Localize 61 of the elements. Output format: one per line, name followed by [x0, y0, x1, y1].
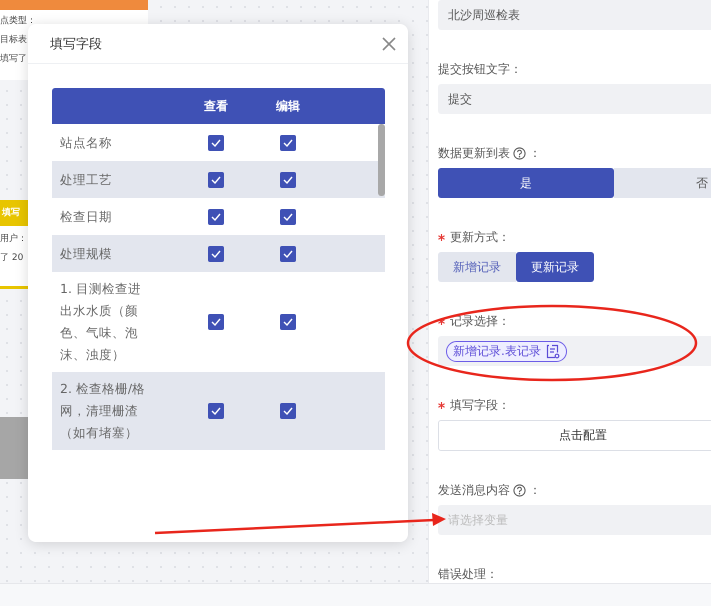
field-label: 错误处理：	[438, 566, 498, 582]
edit-checkbox[interactable]	[280, 314, 296, 330]
form-icon	[546, 344, 560, 358]
variable-tag[interactable]: 新增记录.表记录	[446, 340, 567, 362]
check-icon	[283, 212, 293, 220]
node-text: 了 20	[0, 252, 24, 265]
help-icon[interactable]	[513, 146, 526, 160]
node-card	[0, 417, 28, 479]
check-icon	[283, 250, 293, 258]
check-icon	[211, 138, 221, 146]
segment-option[interactable]: 否	[614, 168, 711, 198]
field-name: 站点名称	[60, 134, 113, 152]
view-checkbox[interactable]	[208, 208, 224, 224]
view-checkbox[interactable]	[208, 134, 224, 150]
check-icon	[283, 176, 293, 184]
field-name: 处理工艺	[60, 170, 113, 188]
field-label: 更新方式：	[450, 228, 510, 246]
edit-checkbox[interactable]	[280, 246, 296, 262]
node-text: 用户：	[0, 232, 27, 246]
edit-checkbox[interactable]	[280, 403, 296, 419]
check-icon	[211, 407, 221, 415]
label-colon: ：	[529, 144, 541, 162]
check-icon	[211, 176, 221, 184]
node-text: 填写了	[0, 52, 27, 66]
close-icon[interactable]	[382, 36, 396, 50]
view-checkbox[interactable]	[208, 246, 224, 262]
help-icon[interactable]	[513, 484, 526, 496]
field-label: 数据更新到表	[438, 144, 510, 162]
check-icon	[211, 250, 221, 258]
node-text: 点类型：	[0, 14, 36, 28]
field-name: 1. 目测检查进出水水质（颜色、气味、泡沫、浊度）	[60, 280, 142, 364]
edit-checkbox[interactable]	[280, 172, 296, 188]
field-label: 发送消息内容	[438, 482, 510, 498]
column-header: 查看	[204, 98, 228, 114]
dialog-title: 填写字段	[50, 36, 102, 52]
view-checkbox[interactable]	[208, 314, 224, 330]
segment-option[interactable]: 新增记录	[438, 252, 516, 282]
check-icon	[211, 318, 221, 326]
field-name: 检查日期	[60, 208, 113, 226]
check-icon	[283, 318, 293, 326]
text-field[interactable]: 提交	[438, 84, 711, 114]
segment-option[interactable]: 更新记录	[516, 252, 594, 282]
configure-button[interactable]: 点击配置	[438, 420, 711, 451]
field-name: 2. 检查格栅/格网，清理栅渣（如有堵塞）	[60, 380, 146, 442]
field-label: 填写字段：	[450, 396, 510, 414]
check-icon	[283, 407, 293, 415]
check-icon	[211, 212, 221, 220]
node-text: 目标表	[0, 34, 27, 47]
edit-checkbox[interactable]	[280, 208, 296, 224]
view-checkbox[interactable]	[208, 403, 224, 419]
text-field[interactable]: 北沙周巡检表	[438, 0, 711, 30]
label-colon: ：	[529, 482, 541, 498]
record-field[interactable]: 新增记录.表记录	[438, 336, 711, 366]
check-icon	[283, 138, 293, 146]
field-name: 处理规模	[60, 244, 113, 262]
view-checkbox[interactable]	[208, 172, 224, 188]
column-header: 编辑	[276, 98, 300, 114]
segment-option[interactable]: 是	[438, 168, 614, 198]
field-label: 提交按钮文字：	[438, 60, 522, 78]
scrollbar[interactable]	[378, 124, 385, 196]
edit-checkbox[interactable]	[280, 134, 296, 150]
